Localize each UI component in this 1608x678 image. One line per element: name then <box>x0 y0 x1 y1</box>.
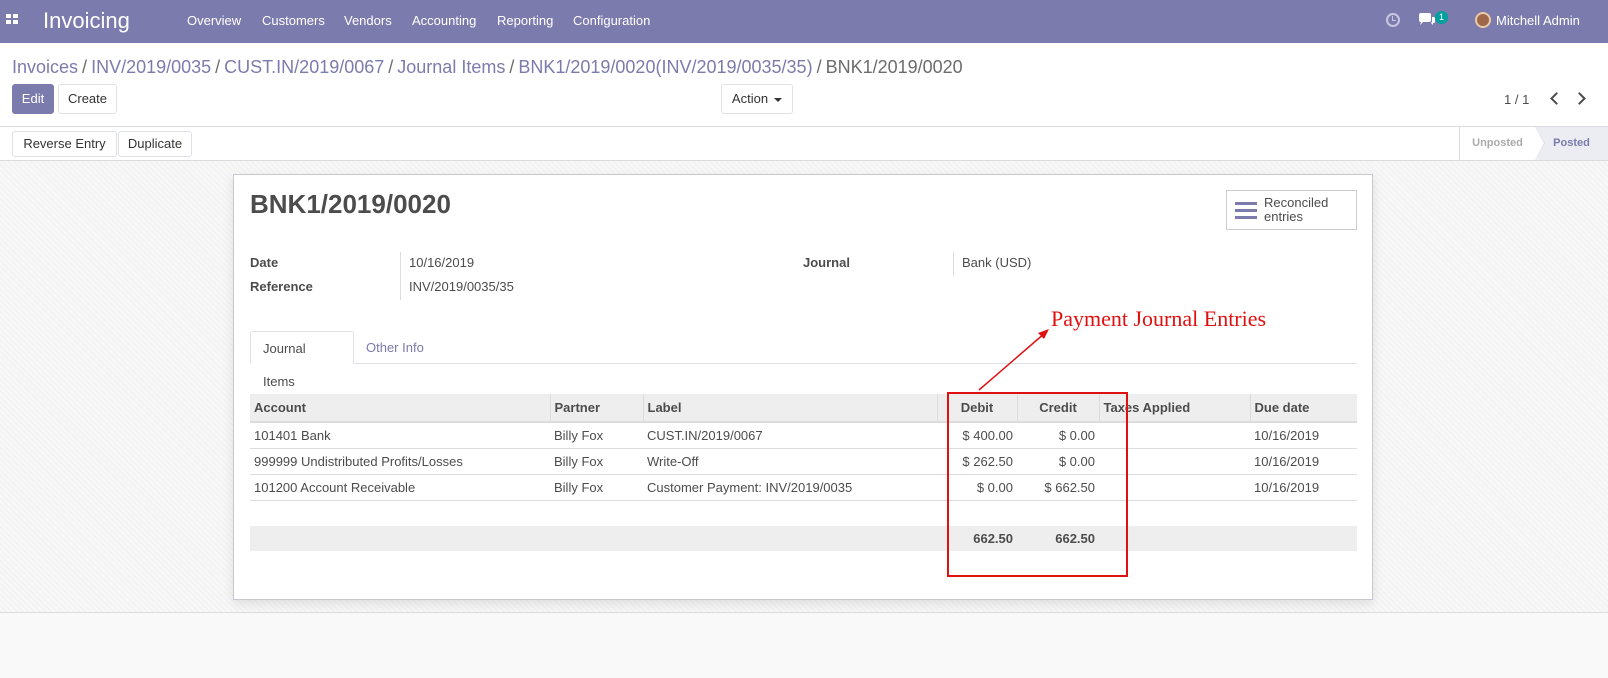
menu-accounting[interactable]: Accounting <box>412 13 476 28</box>
reconciled-entries-label: Reconciled entries <box>1264 196 1328 224</box>
journal-value: Bank (USD) <box>962 255 1032 270</box>
breadcrumb-separator: / <box>509 57 515 77</box>
menu-vendors[interactable]: Vendors <box>344 13 392 28</box>
reference-value: INV/2019/0035/35 <box>409 279 514 294</box>
breadcrumb-separator: / <box>215 57 221 77</box>
annotation-label: Payment Journal Entries <box>1051 306 1267 331</box>
table-row[interactable]: 999999 Undistributed Profits/Losses Bill… <box>250 448 1357 475</box>
cell-label: Write-Off <box>643 448 937 475</box>
chat-counter-badge: 1 <box>1435 11 1448 24</box>
pager-next-icon[interactable] <box>1573 92 1586 105</box>
annotation-arrow-icon <box>978 329 1049 391</box>
create-button[interactable]: Create <box>58 84 117 114</box>
top-navbar: Invoicing Overview Customers Vendors Acc… <box>0 0 1608 43</box>
breadcrumb-customer-invoice[interactable]: CUST.IN/2019/0067 <box>224 57 384 77</box>
cell-account: 101200 Account Receivable <box>250 474 550 501</box>
column-header-label[interactable]: Label <box>642 394 937 423</box>
control-panel: Invoices / INV/2019/0035/CUST.IN/2019/0067… <box>0 43 1608 127</box>
caret-down-icon <box>774 97 783 102</box>
table-header-row: Account Partner Label Debit Credit Taxes… <box>250 394 1357 423</box>
cell-account: 101401 Bank <box>250 422 550 449</box>
pager-value[interactable]: 1 / 1 <box>1504 92 1529 107</box>
cell-due-date: 10/16/2019 <box>1250 448 1357 475</box>
column-header-partner[interactable]: Partner <box>549 394 643 423</box>
column-header-account[interactable]: Account <box>250 394 550 423</box>
user-menu[interactable]: Mitchell Admin <box>1496 13 1580 28</box>
cell-label: CUST.IN/2019/0067 <box>643 422 937 449</box>
column-header-due-date[interactable]: Due date <box>1249 394 1357 423</box>
breadcrumb-separator: / <box>816 57 822 77</box>
breadcrumb-journal-items[interactable]: Journal Items <box>397 57 505 77</box>
cell-account: 999999 Undistributed Profits/Losses <box>250 448 550 475</box>
status-unposted[interactable]: Unposted <box>1459 127 1545 160</box>
empty-row <box>250 500 1357 526</box>
status-posted[interactable]: Posted <box>1535 127 1608 160</box>
reverse-entry-button[interactable]: Reverse Entry <box>12 131 117 157</box>
reconciled-entries-button[interactable]: Reconciled entries <box>1226 190 1357 230</box>
breadcrumb-invoice[interactable]: INV/2019/0035 <box>91 57 211 77</box>
list-icon <box>1235 202 1257 220</box>
table-row[interactable]: 101401 Bank Billy Fox CUST.IN/2019/0067 … <box>250 422 1357 449</box>
action-dropdown[interactable]: Action <box>721 84 793 114</box>
reconciled-label-line1: Reconciled <box>1264 195 1329 210</box>
menu-overview[interactable]: Overview <box>187 13 241 28</box>
edit-button[interactable]: Edit <box>12 84 54 114</box>
messaging-chat-icon[interactable] <box>1418 13 1436 27</box>
breadcrumb-current: BNK1/2019/0020 <box>825 57 963 77</box>
breadcrumb: Invoices / INV/2019/0035/CUST.IN/2019/0067… <box>12 57 963 78</box>
date-label: Date <box>250 255 279 270</box>
journal-label: Journal <box>803 255 850 270</box>
breadcrumb-separator: / <box>82 57 88 77</box>
cell-partner: Billy Fox <box>550 422 643 449</box>
action-label: Action <box>731 91 769 106</box>
duplicate-button[interactable]: Duplicate <box>118 131 192 157</box>
date-value: 10/16/2019 <box>409 255 475 270</box>
table-row[interactable]: 101200 Account Receivable Billy Fox Cust… <box>250 474 1357 501</box>
pager-previous-icon[interactable] <box>1550 92 1563 105</box>
cell-partner: Billy Fox <box>550 474 643 501</box>
menu-configuration[interactable]: Configuration <box>573 13 650 28</box>
record-title: BNK1/2019/0020 <box>250 189 451 219</box>
user-avatar[interactable] <box>1475 12 1491 28</box>
app-title: Invoicing <box>43 8 130 33</box>
cell-partner: Billy Fox <box>550 448 643 475</box>
breadcrumb-separator: / <box>388 57 394 77</box>
breadcrumb-journal-item[interactable]: BNK1/2019/0020(INV/2019/0035/35) <box>518 57 812 77</box>
tab-other-info[interactable]: Other Info <box>354 331 436 364</box>
cell-label: Customer Payment: INV/2019/0035 <box>643 474 937 501</box>
field-divider <box>400 252 401 300</box>
cell-due-date: 10/16/2019 <box>1250 474 1357 501</box>
journal-items-table: Account Partner Label Debit Credit Taxes… <box>250 394 1357 551</box>
reconciled-label-line2: entries <box>1264 209 1304 224</box>
field-divider <box>953 252 954 276</box>
reference-label: Reference <box>250 279 313 294</box>
cell-due-date: 10/16/2019 <box>1250 422 1357 449</box>
breadcrumb-invoices[interactable]: Invoices <box>12 57 78 77</box>
tab-journal-items[interactable]: Journal Items <box>250 331 354 389</box>
table-footer-row: 662.50 662.50 <box>250 526 1357 551</box>
menu-customers[interactable]: Customers <box>262 13 325 28</box>
menu-reporting[interactable]: Reporting <box>497 13 553 28</box>
annotation-highlight-box <box>947 392 1128 577</box>
apps-menu-icon[interactable] <box>6 14 19 25</box>
status-bar: Reverse Entry Duplicate Unposted Posted <box>0 127 1608 161</box>
activity-clock-icon[interactable] <box>1386 13 1400 27</box>
